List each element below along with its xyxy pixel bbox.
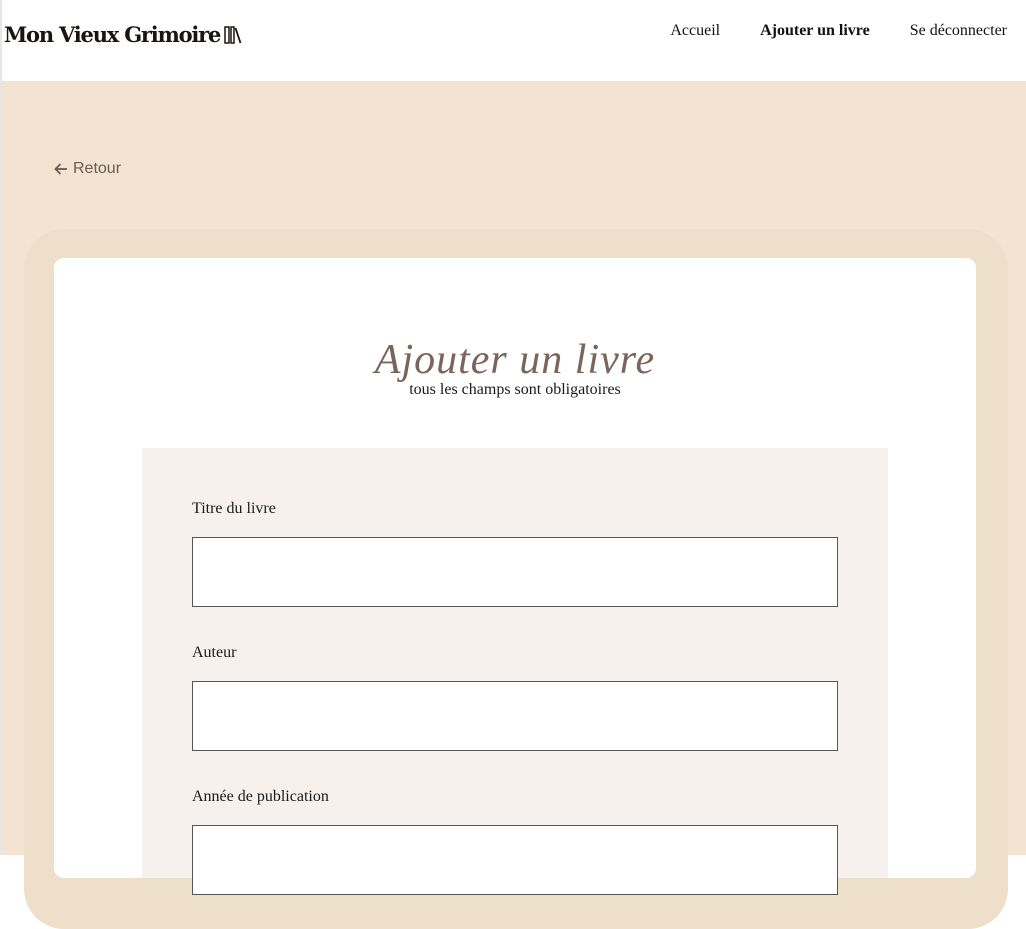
back-link-label: Retour	[73, 160, 122, 177]
year-field-label: Année de publication	[192, 788, 329, 805]
author-input[interactable]	[192, 681, 838, 751]
author-field-label: Auteur	[192, 644, 237, 661]
year-input[interactable]	[192, 825, 838, 895]
add-book-card: Ajouter un livre tous les champs sont ob…	[54, 258, 976, 895]
title-input[interactable]	[192, 537, 838, 607]
back-link[interactable]: Retour	[54, 160, 121, 178]
books-icon	[224, 25, 242, 44]
required-fields-note: tous les champs sont obligatoires	[409, 381, 621, 398]
title-field-label: Titre du livre	[192, 500, 276, 517]
site-logo[interactable]: Mon Vieux Grimoire	[4, 22, 242, 47]
logo-text: Mon Vieux Grimoire	[4, 22, 221, 47]
main-nav: Accueil Ajouter un livre Se déconnecter	[630, 21, 1007, 41]
add-book-form: Titre du livre Auteur Année de publicati…	[142, 448, 888, 895]
page-content: Retour Ajouter un livre tous les champs …	[2, 81, 1026, 929]
nav-link-deconnexion[interactable]: Se déconnecter	[910, 21, 1007, 41]
nav-link-ajouter-livre[interactable]: Ajouter un livre	[760, 21, 870, 41]
page-title: Ajouter un livre	[374, 337, 656, 383]
nav-link-accueil[interactable]: Accueil	[670, 21, 720, 41]
arrow-left-icon	[54, 163, 67, 175]
site-header: Mon Vieux Grimoire Accueil Ajouter un li…	[2, 0, 1026, 81]
